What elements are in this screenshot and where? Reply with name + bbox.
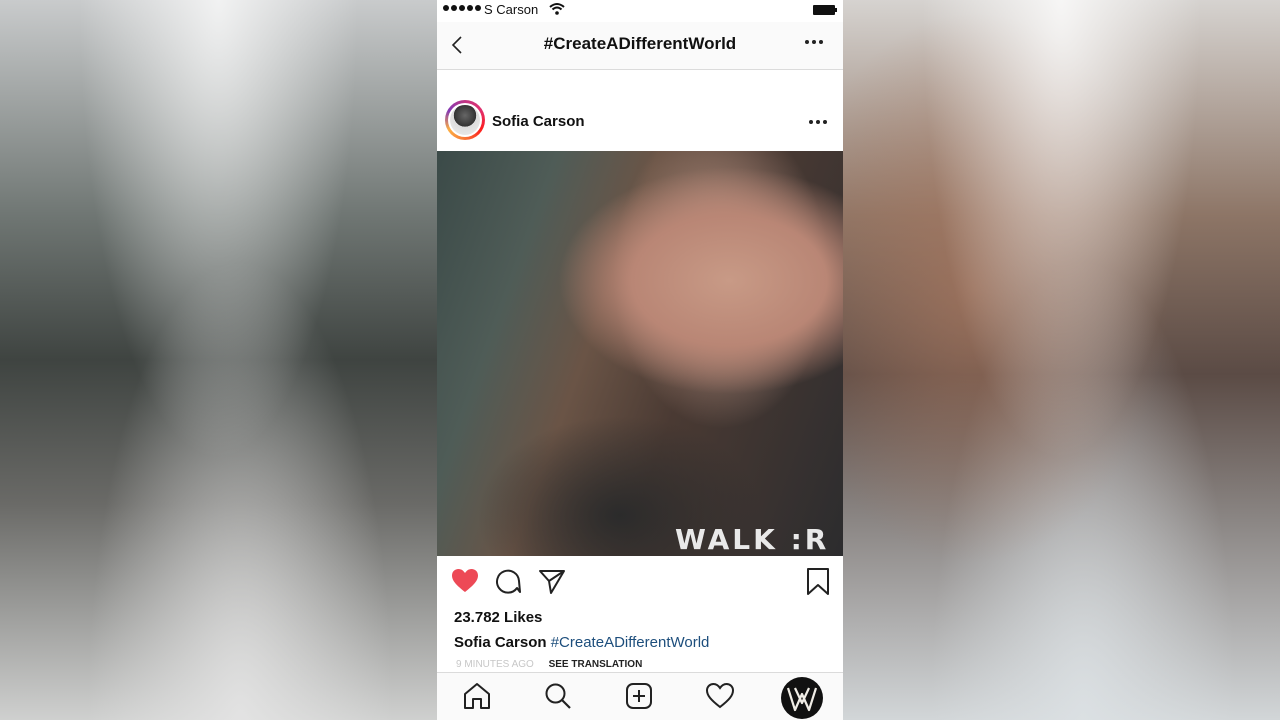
post-image[interactable]: WALK :R [437, 151, 843, 556]
post-username[interactable]: Sofia Carson [492, 113, 585, 130]
status-bar: S Carson [437, 0, 843, 20]
heart-icon[interactable] [450, 566, 480, 596]
bookmark-icon[interactable] [803, 566, 833, 596]
search-icon[interactable] [543, 681, 573, 711]
post-timestamp: 9 MINUTES AGO [456, 659, 534, 670]
image-text: WALK :R [675, 523, 830, 556]
phone-screen: S Carson #CreateADifferentWorld Sofia Ca… [437, 0, 843, 720]
post-caption: Sofia Carson #CreateADifferentWorld [454, 634, 709, 651]
more-icon[interactable] [805, 40, 823, 44]
post-actions [437, 566, 843, 600]
heart-shape [452, 569, 478, 592]
caption-hashtag[interactable]: #CreateADifferentWorld [551, 634, 710, 651]
comment-icon[interactable] [493, 566, 523, 596]
blurred-background-right [843, 0, 1280, 720]
page-title: #CreateADifferentWorld [543, 34, 737, 53]
activity-icon[interactable] [705, 681, 735, 711]
likes-count[interactable]: 23.782 Likes [454, 609, 542, 626]
carrier-name: S Carson [484, 2, 539, 17]
blurred-background-left [0, 0, 437, 720]
tab-bar [437, 672, 843, 720]
post-header: Sofia Carson [437, 100, 843, 146]
caption-username[interactable]: Sofia Carson [454, 634, 547, 651]
post-meta: 9 MINUTES AGO SEE TRANSLATION [456, 659, 642, 670]
post-more-icon[interactable] [809, 120, 827, 124]
see-translation-link[interactable]: SEE TRANSLATION [549, 659, 643, 670]
avatar[interactable] [445, 100, 485, 140]
nav-header: #CreateADifferentWorld [437, 22, 843, 70]
add-icon[interactable] [624, 681, 654, 711]
signal-icon [443, 5, 481, 11]
share-icon[interactable] [537, 566, 567, 596]
battery-icon [813, 5, 837, 15]
home-icon[interactable] [462, 681, 492, 711]
wifi-icon [549, 2, 565, 19]
profile-avatar[interactable] [781, 677, 823, 719]
